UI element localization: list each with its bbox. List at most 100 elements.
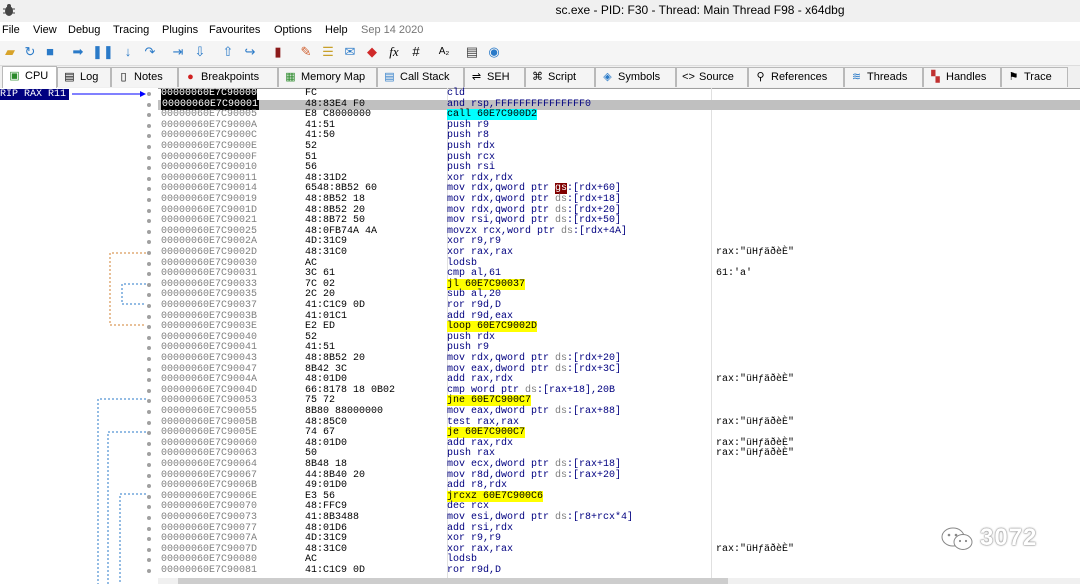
- menu-help[interactable]: Help: [325, 24, 348, 36]
- disasm-row[interactable]: 00000060E7C90081 41:C1C9 0D ror r9d,D: [158, 565, 1080, 577]
- disasm-row[interactable]: 00000060E7C90030 AC lodsb: [158, 258, 1080, 270]
- disasm-row[interactable]: 00000060E7C90037 41:C1C9 0D ror r9d,D: [158, 300, 1080, 312]
- breakpoint-dot[interactable]: [147, 314, 151, 319]
- menu-file[interactable]: File: [2, 24, 20, 36]
- breakpoint-dot[interactable]: [147, 261, 151, 266]
- strings-icon[interactable]: A₂: [436, 44, 452, 60]
- disasm-row[interactable]: 00000060E7C90067 44:8B40 20 mov r8d,dword …: [158, 470, 1080, 482]
- disasm-row[interactable]: 00000060E7C90080 AC lodsb: [158, 555, 1080, 566]
- disassembly-view[interactable]: 00000060E7C90000 FC cld 00000060E7C90001 48:…: [158, 88, 1080, 578]
- breakpoint-dot[interactable]: [147, 198, 151, 202]
- pause-icon[interactable]: ❚❚: [92, 44, 114, 60]
- disasm-row[interactable]: 00000060E7C9002D 48:31C0 xor rax,rax rax:"ü…: [158, 247, 1080, 259]
- breakpoint-dot[interactable]: [147, 335, 151, 340]
- disasm-row[interactable]: 00000060E7C90025 48:0FB74A 4A movzx rcx,wo…: [158, 226, 1080, 238]
- disasm-row[interactable]: 00000060E7C9005E 74 67 je 60E7C900C7: [158, 427, 1080, 439]
- menu-debug[interactable]: Debug: [68, 24, 100, 36]
- breakpoint-dot[interactable]: [147, 208, 151, 213]
- trace-over-icon[interactable]: ⇩: [192, 44, 208, 60]
- calculator-icon[interactable]: ▤: [464, 44, 480, 60]
- disasm-row[interactable]: 00000060E7C90035 2C 20 sub al,20: [158, 290, 1080, 301]
- disasm-row[interactable]: 00000060E7C90005 E8 C8000000 call 60E7C900…: [158, 109, 1080, 121]
- tab-notes[interactable]: ▯ Notes: [111, 67, 178, 87]
- breakpoint-dot[interactable]: [147, 176, 151, 181]
- open-icon[interactable]: ▰: [2, 44, 18, 60]
- breakpoint-dot[interactable]: [147, 155, 151, 160]
- menu-favourites[interactable]: Favourites: [209, 24, 260, 36]
- breakpoint-dot[interactable]: [147, 123, 151, 128]
- tab-log[interactable]: ▤ Log: [57, 67, 111, 87]
- labels-icon[interactable]: ✉: [342, 44, 358, 60]
- menu-tracing[interactable]: Tracing: [113, 24, 149, 36]
- breakpoint-dot[interactable]: [147, 420, 151, 425]
- breakpoint-dot[interactable]: [147, 388, 151, 393]
- disasm-row[interactable]: 00000060E7C9002A 4D:31C9 xor r9,r9: [158, 237, 1080, 248]
- tab-trace[interactable]: ⚑ Trace: [1001, 67, 1068, 87]
- breakpoint-dot[interactable]: [147, 229, 151, 234]
- disasm-row[interactable]: 00000060E7C90047 8B42 3C mov eax,dword ptr…: [158, 364, 1080, 376]
- disasm-row[interactable]: 00000060E7C9004A 48:01D0 add rax,rdx rax:"ü…: [158, 374, 1080, 386]
- breakpoint-dot[interactable]: [147, 473, 151, 478]
- disasm-row[interactable]: 00000060E7C90060 48:01D0 add rax,rdx rax:"ü…: [158, 438, 1080, 450]
- patches-icon[interactable]: ✎: [298, 44, 314, 60]
- tab-source[interactable]: <> Source: [676, 67, 748, 87]
- breakpoint-dot[interactable]: [147, 357, 151, 361]
- disasm-row[interactable]: 00000060E7C9000E 52 push rdx: [158, 141, 1080, 153]
- comments-icon[interactable]: ☰: [320, 44, 336, 60]
- breakpoint-dot[interactable]: [147, 102, 151, 107]
- disasm-row[interactable]: 00000060E7C9006B 49:01D0 add r8,rdx: [158, 480, 1080, 492]
- menu-plugins[interactable]: Plugins: [162, 24, 198, 36]
- breakpoint-dot[interactable]: [147, 145, 151, 149]
- disasm-row[interactable]: 00000060E7C9004D 66:8178 18 0B02 cmp word …: [158, 385, 1080, 397]
- scrollbar-thumb[interactable]: [178, 578, 728, 584]
- disasm-row[interactable]: 00000060E7C9005B 48:85C0 test rax,rax rax:"…: [158, 417, 1080, 429]
- breakpoint-dot[interactable]: [147, 251, 151, 255]
- breakpoint-dot[interactable]: [147, 92, 151, 96]
- run-icon[interactable]: ➡: [70, 44, 86, 60]
- stop-icon[interactable]: ■: [42, 44, 58, 60]
- breakpoint-dot[interactable]: [147, 463, 151, 467]
- breakpoint-dot[interactable]: [147, 494, 151, 499]
- scylla-icon[interactable]: ▮: [270, 44, 286, 60]
- tab-script[interactable]: ⌘ Script: [525, 67, 595, 87]
- disasm-row[interactable]: 00000060E7C90010 56 push rsi: [158, 162, 1080, 174]
- tab-references[interactable]: ⚲ References: [748, 67, 844, 87]
- horizontal-scrollbar[interactable]: [158, 578, 1080, 584]
- disasm-row[interactable]: 00000060E7C90031 3C 61 cmp al,61 61:'a': [158, 268, 1080, 280]
- plugin-icon[interactable]: ◉: [486, 44, 502, 60]
- tab-call-stack[interactable]: ▤ Call Stack: [377, 67, 464, 87]
- tab-cpu[interactable]: ▣ CPU: [2, 66, 57, 88]
- step-into-icon[interactable]: ↓: [120, 44, 136, 60]
- disasm-row[interactable]: 00000060E7C9003B 41:01C1 add r9d,eax: [158, 311, 1080, 323]
- disasm-row[interactable]: 00000060E7C90055 8B80 88000000 mov eax,dwo…: [158, 406, 1080, 418]
- trace-into-icon[interactable]: ⇥: [170, 44, 186, 60]
- breakpoint-dot[interactable]: [147, 516, 151, 520]
- breakpoint-dot[interactable]: [147, 410, 151, 414]
- tab-threads[interactable]: ≋ Threads: [844, 67, 923, 87]
- breakpoint-dot[interactable]: [147, 547, 151, 552]
- breakpoint-dot[interactable]: [147, 282, 151, 287]
- execute-till-return-icon[interactable]: ⇧: [220, 44, 236, 60]
- breakpoint-dot[interactable]: [147, 569, 151, 573]
- step-over-icon[interactable]: ↷: [142, 44, 158, 60]
- functions-icon[interactable]: fx: [386, 44, 402, 60]
- tab-symbols[interactable]: ◈ Symbols: [595, 67, 676, 87]
- disasm-row[interactable]: 00000060E7C90040 52 push rdx: [158, 332, 1080, 344]
- disasm-row[interactable]: 00000060E7C90001 48:83E4 F0 and rsp,FFFFFF…: [158, 99, 1080, 111]
- tab-handles[interactable]: ▚ Handles: [923, 67, 1001, 87]
- disasm-row[interactable]: 00000060E7C9003E E2 ED loop 60E7C9002D: [158, 321, 1080, 333]
- restart-icon[interactable]: ↻: [22, 44, 38, 60]
- disasm-row[interactable]: 00000060E7C9000C 41:50 push r8: [158, 131, 1080, 142]
- tab-seh[interactable]: ⇌ SEH: [464, 67, 525, 87]
- breakpoint-dot[interactable]: [147, 526, 151, 531]
- run-to-user-code-icon[interactable]: ↪: [242, 44, 258, 60]
- disasm-row[interactable]: 00000060E7C9000F 51 push rcx: [158, 152, 1080, 164]
- breakpoint-dot[interactable]: [147, 367, 151, 372]
- disasm-row[interactable]: 00000060E7C9000A 41:51 push r9: [158, 120, 1080, 132]
- menu-options[interactable]: Options: [274, 24, 312, 36]
- tab-memory-map[interactable]: ▦ Memory Map: [278, 67, 377, 87]
- menu-view[interactable]: View: [33, 24, 57, 36]
- disasm-row[interactable]: 00000060E7C90000 FC cld: [158, 88, 1080, 100]
- bookmarks-icon[interactable]: ◆: [364, 44, 380, 60]
- breakpoint-dot[interactable]: [147, 441, 151, 446]
